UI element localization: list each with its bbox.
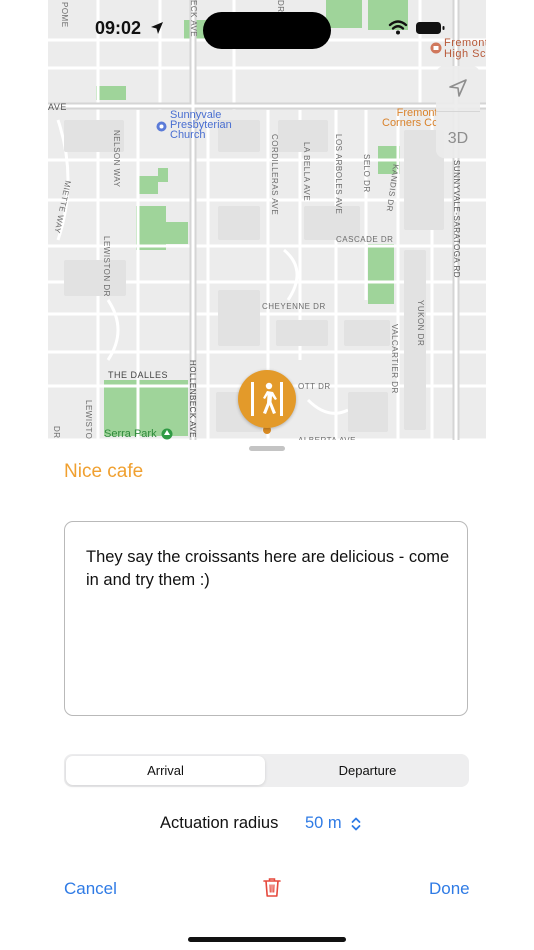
wifi-icon bbox=[388, 20, 408, 35]
sheet-grabber[interactable] bbox=[249, 446, 285, 451]
controls-divider bbox=[436, 111, 480, 112]
chevron-up-down-icon[interactable] bbox=[350, 816, 362, 832]
map-label-ave: AVE bbox=[48, 102, 67, 112]
map-label-los-arboles-ave: LOS ARBOLES AVE bbox=[334, 134, 343, 215]
map-label-cheyenne-dr: CHEYENNE DR bbox=[262, 302, 326, 311]
tracking-arrow-icon[interactable] bbox=[448, 78, 468, 98]
map-3d-button[interactable]: 3D bbox=[436, 130, 480, 148]
dynamic-island bbox=[203, 12, 331, 49]
screen: AVE POME ECK AVE DR NELSON WAY MIETTE WA… bbox=[0, 0, 534, 950]
map-label-dr-top: DR bbox=[276, 0, 285, 13]
map-label-lewiston-dr: LEWISTON DR bbox=[102, 236, 111, 297]
park-icon bbox=[161, 428, 173, 440]
location-title: Nice cafe bbox=[64, 461, 144, 482]
map-label-yukon-dr: YUKON DR bbox=[416, 300, 425, 347]
map-label-sunnyvale-saratoga-rd: SUNNYVALE-SARATOGA RD bbox=[452, 160, 461, 279]
home-indicator bbox=[188, 937, 346, 942]
map-label-the-dalles: THE DALLES bbox=[108, 370, 169, 380]
church-icon bbox=[156, 121, 167, 132]
radius-picker[interactable]: 50 m bbox=[305, 814, 342, 833]
walking-person-icon bbox=[251, 382, 283, 416]
cancel-button[interactable]: Cancel bbox=[64, 879, 117, 899]
map-label-valcartier-dr: VALCARTIER DR bbox=[390, 324, 399, 394]
map-label-nelson-way: NELSON WAY bbox=[112, 130, 121, 188]
actuation-radius-label: Actuation radius bbox=[160, 814, 279, 832]
school-icon bbox=[430, 42, 442, 54]
note-text-area[interactable]: They say the croissants here are delicio… bbox=[64, 521, 468, 716]
map-label-fremont-corners: Fremont Corners Cc bbox=[382, 107, 438, 129]
map-label-cordilleras-ave: CORDILLERAS AVE bbox=[270, 134, 279, 216]
map-label-ott-dr: OTT DR bbox=[298, 382, 331, 391]
map-label-la-bella-ave: LA BELLA AVE bbox=[302, 142, 311, 202]
map-controls: 3D bbox=[436, 66, 480, 158]
map-label-dr-left: DR bbox=[52, 426, 61, 439]
map-label-serra-park: Serra Park bbox=[104, 428, 157, 440]
location-pin[interactable] bbox=[238, 370, 296, 428]
map-label-hollenbeck-ave: HOLLENBECK AVE bbox=[188, 360, 197, 438]
done-button[interactable]: Done bbox=[429, 879, 470, 899]
segment-arrival[interactable]: Arrival bbox=[66, 756, 265, 785]
map-label-selo-dr: SELO DR bbox=[362, 154, 371, 193]
map-label-pome: POME bbox=[60, 2, 69, 28]
segment-departure[interactable]: Departure bbox=[268, 756, 467, 785]
status-icons bbox=[388, 20, 445, 35]
map-label-church: Sunnyvale Presbyterian Church bbox=[170, 109, 232, 141]
map-label-eck-ave: ECK AVE bbox=[189, 0, 198, 38]
map-label-lewiston-dr-2: LEWISTON bbox=[84, 400, 93, 446]
note-text[interactable]: They say the croissants here are delicio… bbox=[86, 546, 450, 592]
map-label-cascade-dr: CASCADE DR bbox=[336, 235, 394, 244]
map-label-fremont-high: Fremont High Sc bbox=[444, 37, 486, 60]
status-time: 09:02 bbox=[95, 18, 142, 38]
trash-icon[interactable] bbox=[263, 877, 281, 898]
battery-icon bbox=[416, 22, 445, 34]
location-arrow-icon bbox=[151, 22, 163, 34]
trigger-segmented-control[interactable]: Arrival Departure bbox=[64, 754, 469, 787]
